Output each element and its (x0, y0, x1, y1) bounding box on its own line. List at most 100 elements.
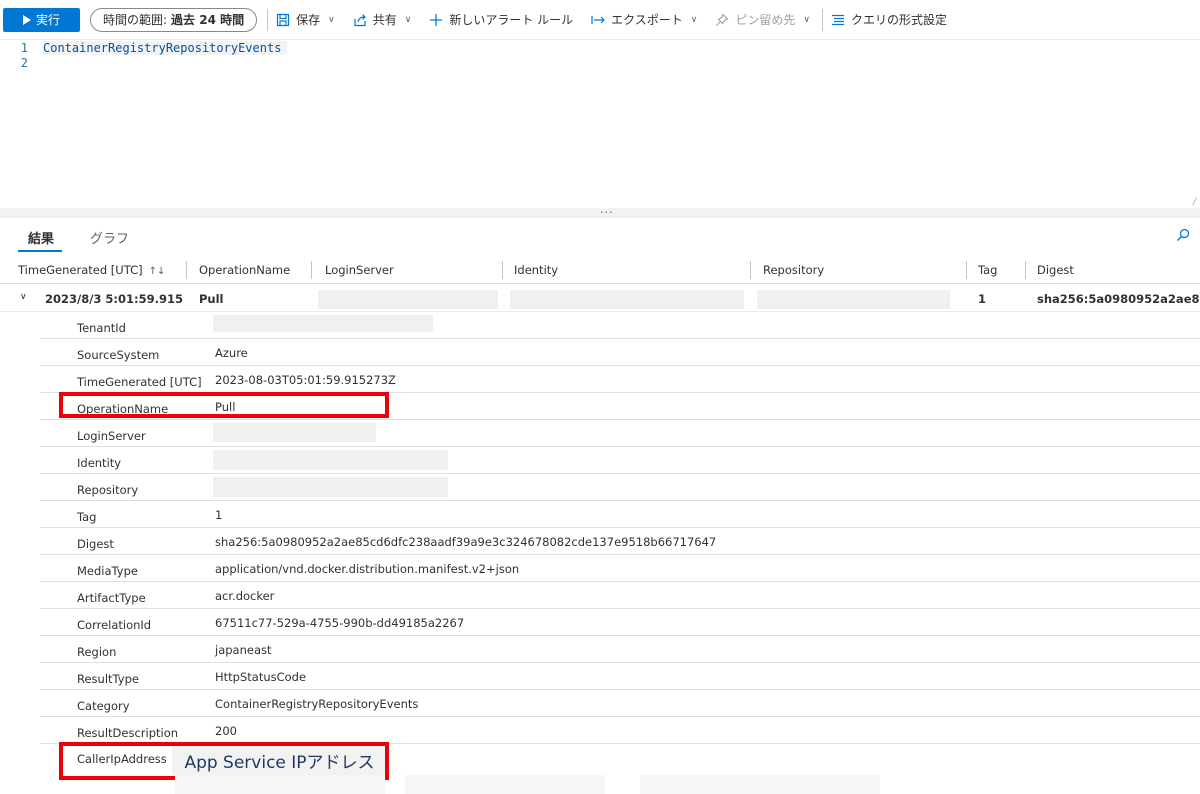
save-label: 保存 (296, 13, 321, 27)
detail-key: Repository (77, 483, 139, 497)
save-button[interactable]: 保存 ∨ (276, 11, 335, 28)
line-number: 1 (20, 41, 28, 55)
cell-tag: 1 (978, 292, 987, 306)
results-grid-header: TimeGenerated [UTC] ↑↓ OperationName Logi… (0, 256, 1200, 284)
detail-key: MediaType (77, 564, 138, 578)
drag-handle-icon: ··· (600, 206, 614, 219)
redacted-value (213, 423, 376, 442)
table-row[interactable]: ∨ 2023/8/3 5:01:59.915 Pull 1 sha256:5a0… (0, 285, 1200, 312)
tab-results[interactable]: 結果 (28, 228, 54, 247)
column-header-timegenerated[interactable]: TimeGenerated [UTC] ↑↓ (18, 263, 165, 277)
pin-icon (716, 13, 729, 26)
toolbar-divider (822, 8, 823, 31)
redacted-repository (757, 290, 950, 309)
query-editor[interactable]: 1 ContainerRegistryRepositoryEvents 2 ⁄ (0, 40, 1200, 208)
cell-operationname: Pull (199, 292, 224, 306)
chevron-down-icon: ∨ (404, 14, 412, 25)
time-range-label: 時間の範囲: (103, 13, 168, 27)
detail-key: LoginServer (77, 429, 146, 443)
query-toolbar: 実行 時間の範囲: 過去 24 時間 保存 ∨ 共有 ∨ 新しいアラート ルール… (0, 0, 1200, 40)
highlight-box-operationname (59, 392, 389, 418)
redacted-identity (510, 290, 744, 309)
tab-chart[interactable]: グラフ (90, 228, 129, 247)
editor-line: 2 (0, 55, 49, 71)
plus-icon (430, 13, 443, 26)
redacted-value (213, 315, 433, 332)
cell-digest: sha256:5a0980952a2ae85cd6d (1037, 292, 1200, 306)
cell-timegenerated: 2023/8/3 5:01:59.915 (45, 292, 183, 306)
detail-key: TimeGenerated [UTC] (77, 375, 202, 389)
line-number: 2 (20, 56, 28, 70)
detail-row-mediatype: MediaType application/vnd.docker.distrib… (40, 555, 1200, 582)
toolbar-divider (267, 8, 269, 31)
export-button[interactable]: エクスポート ∨ (591, 11, 697, 28)
format-query-label: クエリの形式設定 (851, 13, 948, 27)
detail-value: 2023-08-03T05:01:59.915273Z (215, 373, 396, 387)
sort-icon[interactable]: ↑↓ (149, 266, 166, 277)
query-text[interactable]: ContainerRegistryRepositoryEvents (43, 41, 288, 55)
detail-row-correlationid: CorrelationId 67511c77-529a-4755-990b-dd… (40, 609, 1200, 636)
detail-key: ArtifactType (77, 591, 146, 605)
detail-row-region: Region japaneast (40, 636, 1200, 663)
column-divider[interactable] (186, 261, 187, 279)
detail-key: Region (77, 645, 117, 659)
chevron-down-icon: ∨ (803, 14, 810, 25)
column-header-label: TimeGenerated [UTC] (18, 263, 143, 277)
detail-row-timegenerated: TimeGenerated [UTC] 2023-08-03T05:01:59.… (40, 366, 1200, 393)
faded-row-fragment (175, 775, 385, 794)
detail-key: CorrelationId (77, 618, 152, 632)
results-tabs: 結果 グラフ (0, 226, 1200, 252)
detail-row-loginserver: LoginServer (40, 420, 1200, 447)
column-divider[interactable] (502, 261, 503, 279)
detail-value: sha256:5a0980952a2ae85cd6dfc238aadf39a9e… (215, 535, 717, 549)
detail-key: Digest (77, 537, 114, 551)
column-divider[interactable] (966, 261, 967, 279)
detail-key: ResultType (77, 672, 139, 686)
column-header-tag[interactable]: Tag (978, 263, 997, 277)
detail-key: Category (77, 699, 130, 713)
column-header-operationname[interactable]: OperationName (199, 263, 290, 277)
detail-value: japaneast (215, 643, 272, 657)
column-header-identity[interactable]: Identity (514, 263, 558, 277)
detail-row-repository: Repository (40, 474, 1200, 501)
detail-key: ResultDescription (77, 726, 179, 740)
column-divider[interactable] (750, 261, 751, 279)
resize-grip-icon[interactable]: ⁄ (1191, 195, 1198, 209)
new-alert-rule-button[interactable]: 新しいアラート ルール (429, 11, 573, 28)
detail-value: ContainerRegistryRepositoryEvents (215, 697, 419, 711)
share-button[interactable]: 共有 ∨ (353, 11, 412, 28)
detail-value: 1 (215, 508, 223, 522)
column-header-loginserver[interactable]: LoginServer (325, 263, 394, 277)
chevron-down-icon: ∨ (690, 14, 698, 25)
format-query-button[interactable]: クエリの形式設定 (831, 11, 947, 28)
column-divider[interactable] (311, 261, 312, 279)
pane-splitter[interactable]: ··· (0, 206, 1200, 219)
redacted-value (213, 477, 448, 497)
detail-value: Azure (215, 346, 248, 360)
faded-row-fragment (405, 775, 605, 794)
run-button[interactable]: 実行 (3, 7, 80, 32)
detail-row-identity: Identity (40, 447, 1200, 474)
chevron-down-icon: ∨ (328, 14, 335, 25)
detail-value: application/vnd.docker.distribution.mani… (215, 562, 520, 576)
column-header-repository[interactable]: Repository (763, 263, 824, 277)
detail-value: HttpStatusCode (215, 670, 307, 684)
time-range-value: 過去 24 時間 (171, 13, 245, 27)
active-tab-indicator (18, 250, 62, 252)
detail-value: 67511c77-529a-4755-990b-dd49185a2267 (215, 616, 465, 630)
detail-row-tenantid: TenantId (40, 312, 1200, 339)
search-icon[interactable] (1176, 228, 1190, 242)
detail-row-resultdescription: ResultDescription 200 (40, 717, 1200, 744)
pin-to-button[interactable]: ピン留め先 ∨ (715, 11, 810, 28)
detail-key: Tag (77, 510, 97, 524)
chevron-down-icon[interactable]: ∨ (20, 292, 27, 302)
column-divider[interactable] (1025, 261, 1026, 279)
time-range-picker[interactable]: 時間の範囲: 過去 24 時間 (90, 7, 258, 32)
column-header-digest[interactable]: Digest (1037, 263, 1074, 277)
detail-row-digest: Digest sha256:5a0980952a2ae85cd6dfc238aa… (40, 528, 1200, 555)
detail-row-sourcesystem: SourceSystem Azure (40, 339, 1200, 366)
detail-key: Identity (77, 456, 122, 470)
pin-to-label: ピン留め先 (735, 13, 796, 27)
faded-row-fragment (640, 775, 880, 794)
share-icon (354, 13, 366, 26)
